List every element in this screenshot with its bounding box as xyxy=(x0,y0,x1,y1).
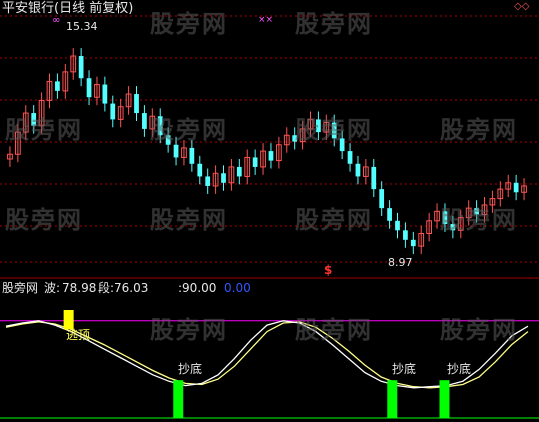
candle-body-down xyxy=(205,176,211,186)
candle-body-down xyxy=(387,208,392,221)
candle-body-down xyxy=(252,157,258,167)
candle-body-down xyxy=(410,239,416,247)
candle-body-down xyxy=(236,166,242,177)
watermark: 股旁网 xyxy=(5,206,83,234)
candle-body-down xyxy=(173,144,179,158)
candle-body-down xyxy=(379,189,385,209)
candle-body-down xyxy=(347,151,353,164)
watermark: 股旁网 xyxy=(295,316,373,344)
wave-label: 波: xyxy=(44,281,61,295)
watermark: 股旁网 xyxy=(295,116,373,144)
indicator-name: 股旁网 xyxy=(2,281,39,295)
candle-body-down xyxy=(355,163,361,177)
segment-label: 段: xyxy=(98,281,115,295)
low-price-label: 8.97 xyxy=(388,256,413,269)
wave-value: 78.98 xyxy=(62,281,97,295)
diamond-marker: ◇◇ xyxy=(514,1,530,12)
candle-body-down xyxy=(197,163,203,177)
candle-body-down xyxy=(78,56,84,79)
watermark: 股旁网 xyxy=(440,116,518,144)
watermark: 股旁网 xyxy=(150,206,228,234)
candle-body-down xyxy=(403,230,408,240)
watermark: 股旁网 xyxy=(150,316,228,344)
dollar-marker: $ xyxy=(324,263,333,277)
candle-body-down xyxy=(86,78,92,98)
bottom-signal-label: 抄底 xyxy=(392,362,417,376)
top-signal-label: 逃顶 xyxy=(66,328,91,342)
watermark: 股旁网 xyxy=(295,10,373,38)
watermark: 股旁网 xyxy=(440,206,518,234)
bottom-signal-label: 抄底 xyxy=(178,362,203,376)
watermark: 股旁网 xyxy=(5,116,83,144)
infinity-marker: ∞ xyxy=(52,15,61,26)
candle-body-down xyxy=(142,113,147,129)
candle-body-down xyxy=(221,173,226,183)
watermark: 股旁网 xyxy=(150,10,228,38)
cross-marker: ×× xyxy=(258,15,274,25)
segment-value: 76.03 xyxy=(114,281,149,295)
candle-body-down xyxy=(102,84,108,104)
chart-title: 平安银行(日线 前复权) xyxy=(2,1,134,16)
candle-body-down xyxy=(134,94,139,114)
bottom-signal-bar xyxy=(387,380,398,418)
chart-window: 股旁网 股旁网 股旁网 股旁网 股旁网 股旁网 股旁网 股旁网 股旁网 股旁网 … xyxy=(0,0,539,422)
candle-body-down xyxy=(268,151,274,161)
bottom-signal-bar xyxy=(173,380,184,418)
watermark: 股旁网 xyxy=(150,116,228,144)
candle-body-down xyxy=(189,147,195,164)
level-0-label: 0.00 xyxy=(224,281,251,295)
candle-body-down xyxy=(395,220,400,231)
candle-body-down xyxy=(55,81,60,91)
high-price-label: 15.34 xyxy=(66,20,98,33)
candle-body-down xyxy=(513,182,519,193)
bottom-signal-label: 抄底 xyxy=(447,362,472,376)
candle-body-down xyxy=(110,103,116,120)
top-signal-bar xyxy=(63,310,74,330)
candle-body-down xyxy=(371,166,377,190)
bottom-signal-bar xyxy=(439,380,450,418)
watermark: 股旁网 xyxy=(295,206,373,234)
level-90-label: :90.00 xyxy=(178,281,217,295)
watermark: 股旁网 xyxy=(440,316,518,344)
